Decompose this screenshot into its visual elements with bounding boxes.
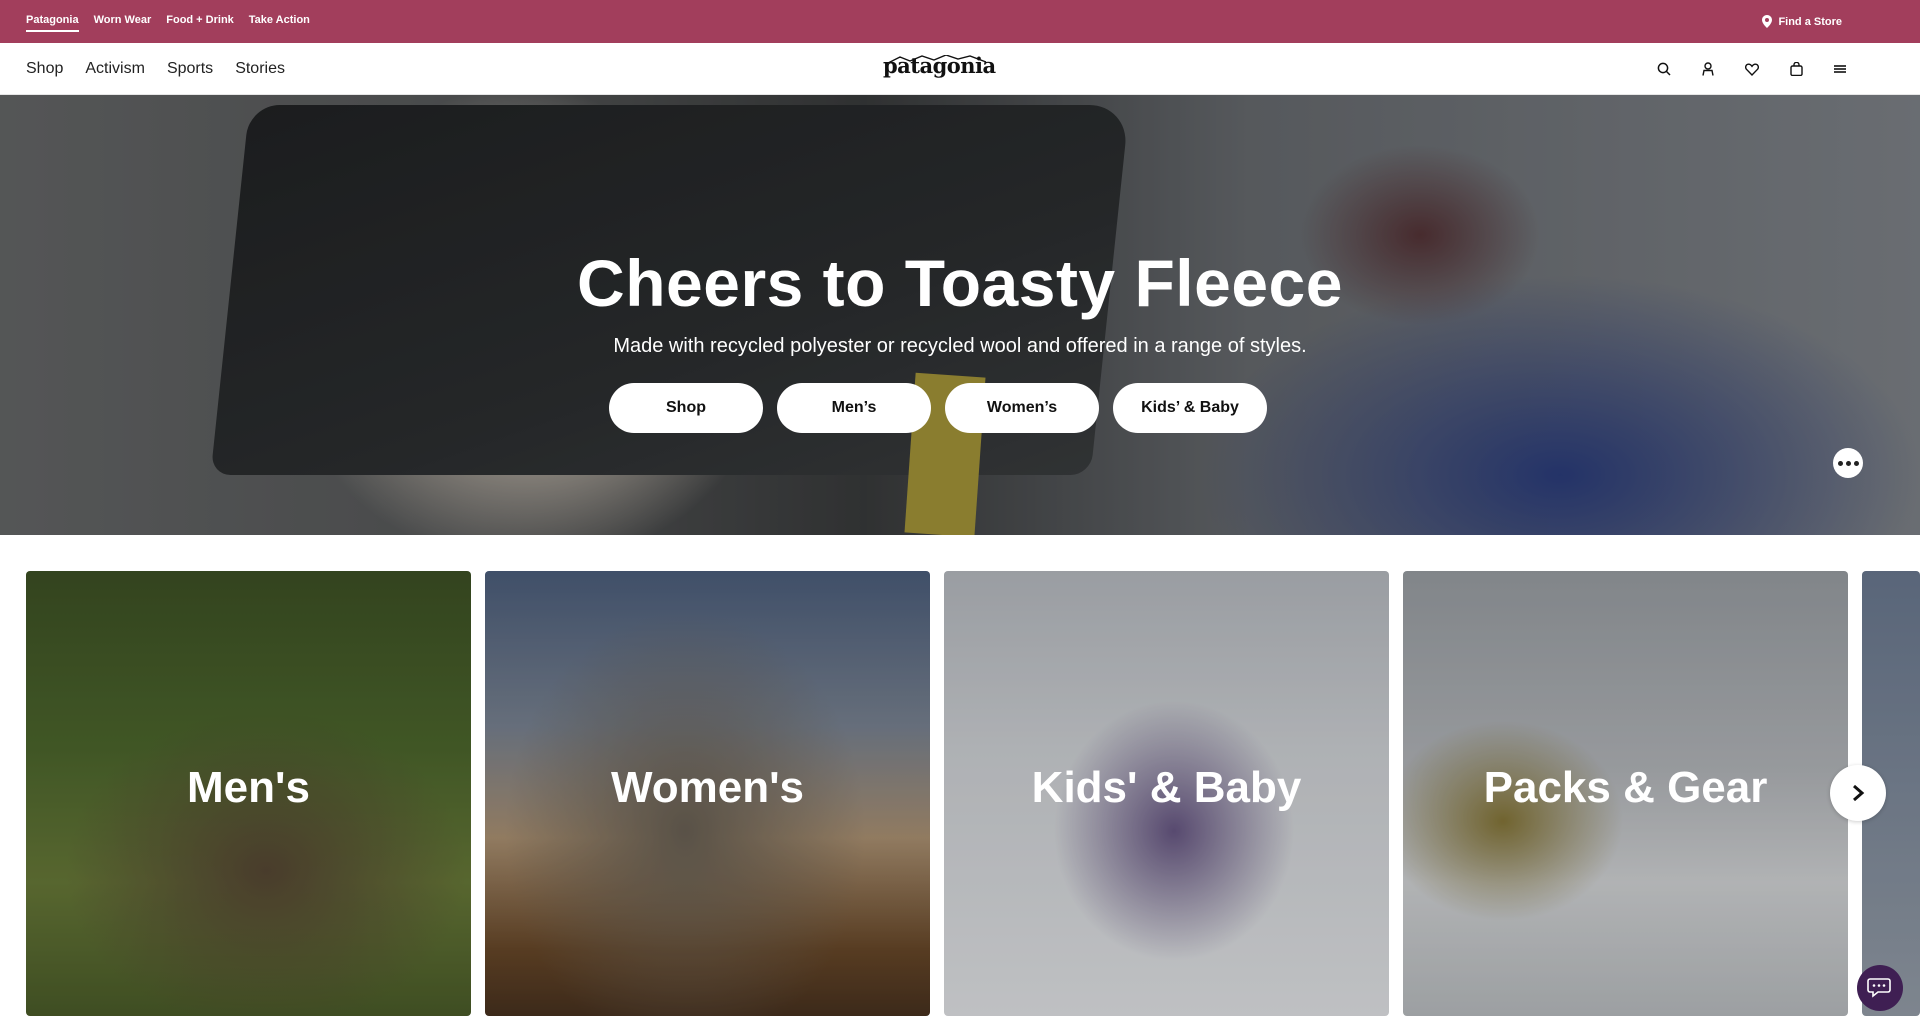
utility-link-food-drink[interactable]: Food + Drink (166, 14, 234, 29)
hero-subtitle: Made with recycled polyester or recycled… (613, 335, 1307, 357)
category-card-packs-gear[interactable]: Packs & Gear (1403, 571, 1848, 1016)
search-icon[interactable] (1656, 61, 1672, 77)
category-label: Men's (187, 762, 310, 812)
find-store-label: Find a Store (1778, 15, 1842, 28)
nav-item-shop[interactable]: Shop (26, 60, 63, 78)
chevron-right-icon (1853, 784, 1865, 802)
nav-icons (1656, 43, 1848, 95)
menu-icon[interactable] (1832, 61, 1848, 77)
more-options-icon[interactable] (1833, 448, 1863, 478)
nav-item-stories[interactable]: Stories (235, 60, 285, 78)
category-card-mens[interactable]: Men's (26, 571, 471, 1016)
category-card-womens[interactable]: Women's (485, 571, 930, 1016)
hero-shop-button[interactable]: Shop (609, 383, 763, 433)
chat-icon (1867, 978, 1891, 998)
utility-bar: Patagonia Worn Wear Food + Drink Take Ac… (0, 0, 1920, 43)
primary-nav: Shop Activism Sports Stories (26, 43, 285, 95)
category-label: Kids' & Baby (1031, 762, 1302, 812)
hero-banner: Cheers to Toasty Fleece Made with recycl… (0, 95, 1920, 535)
hero-buttons: Shop Men’s Women’s Kids’ & Baby (609, 383, 1267, 433)
utility-links: Patagonia Worn Wear Food + Drink Take Ac… (26, 0, 310, 43)
utility-link-patagonia[interactable]: Patagonia (26, 14, 79, 32)
account-icon[interactable] (1700, 61, 1716, 77)
bag-icon[interactable] (1788, 61, 1804, 77)
utility-link-worn-wear[interactable]: Worn Wear (94, 14, 152, 29)
nav-item-activism[interactable]: Activism (85, 60, 145, 78)
hero-kids-baby-button[interactable]: Kids’ & Baby (1113, 383, 1267, 433)
category-label: Women's (610, 762, 804, 812)
hero-content: Cheers to Toasty Fleece Made with recycl… (0, 95, 1920, 535)
location-pin-icon (1762, 15, 1773, 28)
wishlist-icon[interactable] (1744, 61, 1760, 77)
utility-link-take-action[interactable]: Take Action (249, 14, 310, 29)
hero-mens-button[interactable]: Men’s (777, 383, 931, 433)
carousel-next-button[interactable] (1830, 765, 1886, 821)
main-nav: Shop Activism Sports Stories patagonia (0, 43, 1920, 95)
hero-womens-button[interactable]: Women’s (945, 383, 1099, 433)
category-carousel: Men's Women's Kids' & Baby Packs & Gear (26, 571, 1920, 1016)
hero-title: Cheers to Toasty Fleece (577, 246, 1343, 320)
category-card-kids-baby[interactable]: Kids' & Baby (944, 571, 1389, 1016)
category-label: Packs & Gear (1483, 762, 1768, 812)
nav-item-sports[interactable]: Sports (167, 60, 213, 78)
patagonia-logo[interactable]: patagonia (883, 53, 996, 78)
find-store-link[interactable]: Find a Store (1762, 0, 1842, 43)
chat-button[interactable] (1857, 965, 1903, 1011)
